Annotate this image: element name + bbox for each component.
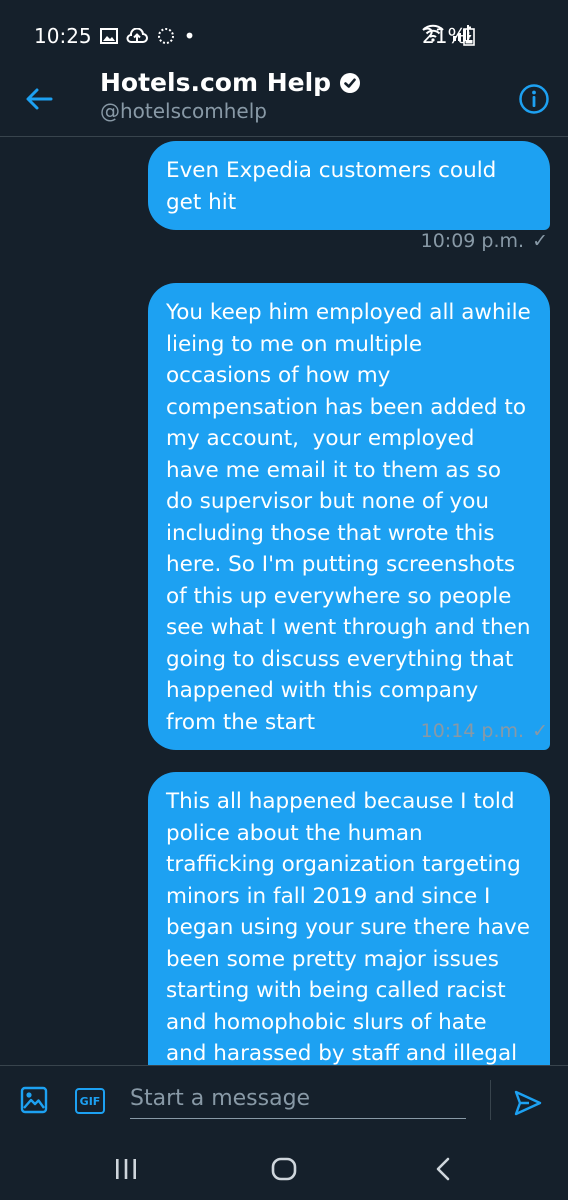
message-timestamp: 10:14 p.m. [420,720,525,742]
message-text: You keep him employed all awhile lieing … [166,300,545,735]
back-arrow-icon [26,88,53,110]
composer-divider [490,1080,491,1120]
recent-apps-button[interactable] [110,1153,142,1185]
home-button[interactable] [268,1153,300,1185]
back-button[interactable] [24,84,54,114]
sync-activity-icon [156,26,176,46]
system-navigation-bar [0,1137,568,1200]
message-meta: 10:14 p.m. ✓ [421,720,548,742]
message-bubble[interactable]: Even Expedia customers could get hit [148,141,550,230]
account-handle: @hotelscomhelp [100,99,267,123]
battery-percent: 21% [422,24,467,48]
gif-icon: GIF [79,1094,101,1108]
sent-check-icon: ✓ [532,720,548,742]
send-icon [514,1090,542,1116]
status-dot: • [183,24,196,48]
verified-badge-icon [340,72,361,93]
conversation-header: Hotels.com Help @hotelscomhelp [0,60,568,137]
home-icon [271,1157,297,1181]
gif-button[interactable]: GIF [75,1088,105,1114]
info-icon [519,84,549,114]
status-time: 10:25 [34,24,92,48]
system-back-button[interactable] [428,1153,460,1185]
battery-charging-icon [463,26,475,46]
message-composer: GIF [0,1065,568,1138]
conversation-title-block[interactable]: Hotels.com Help @hotelscomhelp [100,68,361,123]
status-bar: 10:25 • 21% [0,0,568,60]
sent-check-icon: ✓ [532,230,548,252]
message-timestamp: 10:09 p.m. [420,230,525,252]
message-bubble[interactable]: You keep him employed all awhile lieing … [148,283,550,750]
message-bubble[interactable]: This all happened because I told police … [148,772,550,1065]
conversation-info-button[interactable] [518,83,550,115]
page-title: Hotels.com Help [100,68,361,97]
message-meta: 10:09 p.m. ✓ [421,230,548,252]
account-name: Hotels.com Help [100,68,332,97]
message-text: This all happened because I told police … [166,789,537,1065]
back-nav-icon [436,1157,450,1181]
send-button[interactable] [513,1088,543,1118]
message-text: Even Expedia customers could get hit [166,158,504,215]
image-icon [20,1086,48,1114]
message-input[interactable] [130,1078,466,1119]
recent-apps-icon [116,1159,136,1179]
message-list[interactable]: Even Expedia customers could get hit 10:… [0,137,568,1065]
cloud-upload-icon [126,28,148,44]
gallery-notification-icon [99,28,118,44]
add-image-button[interactable] [20,1086,48,1114]
